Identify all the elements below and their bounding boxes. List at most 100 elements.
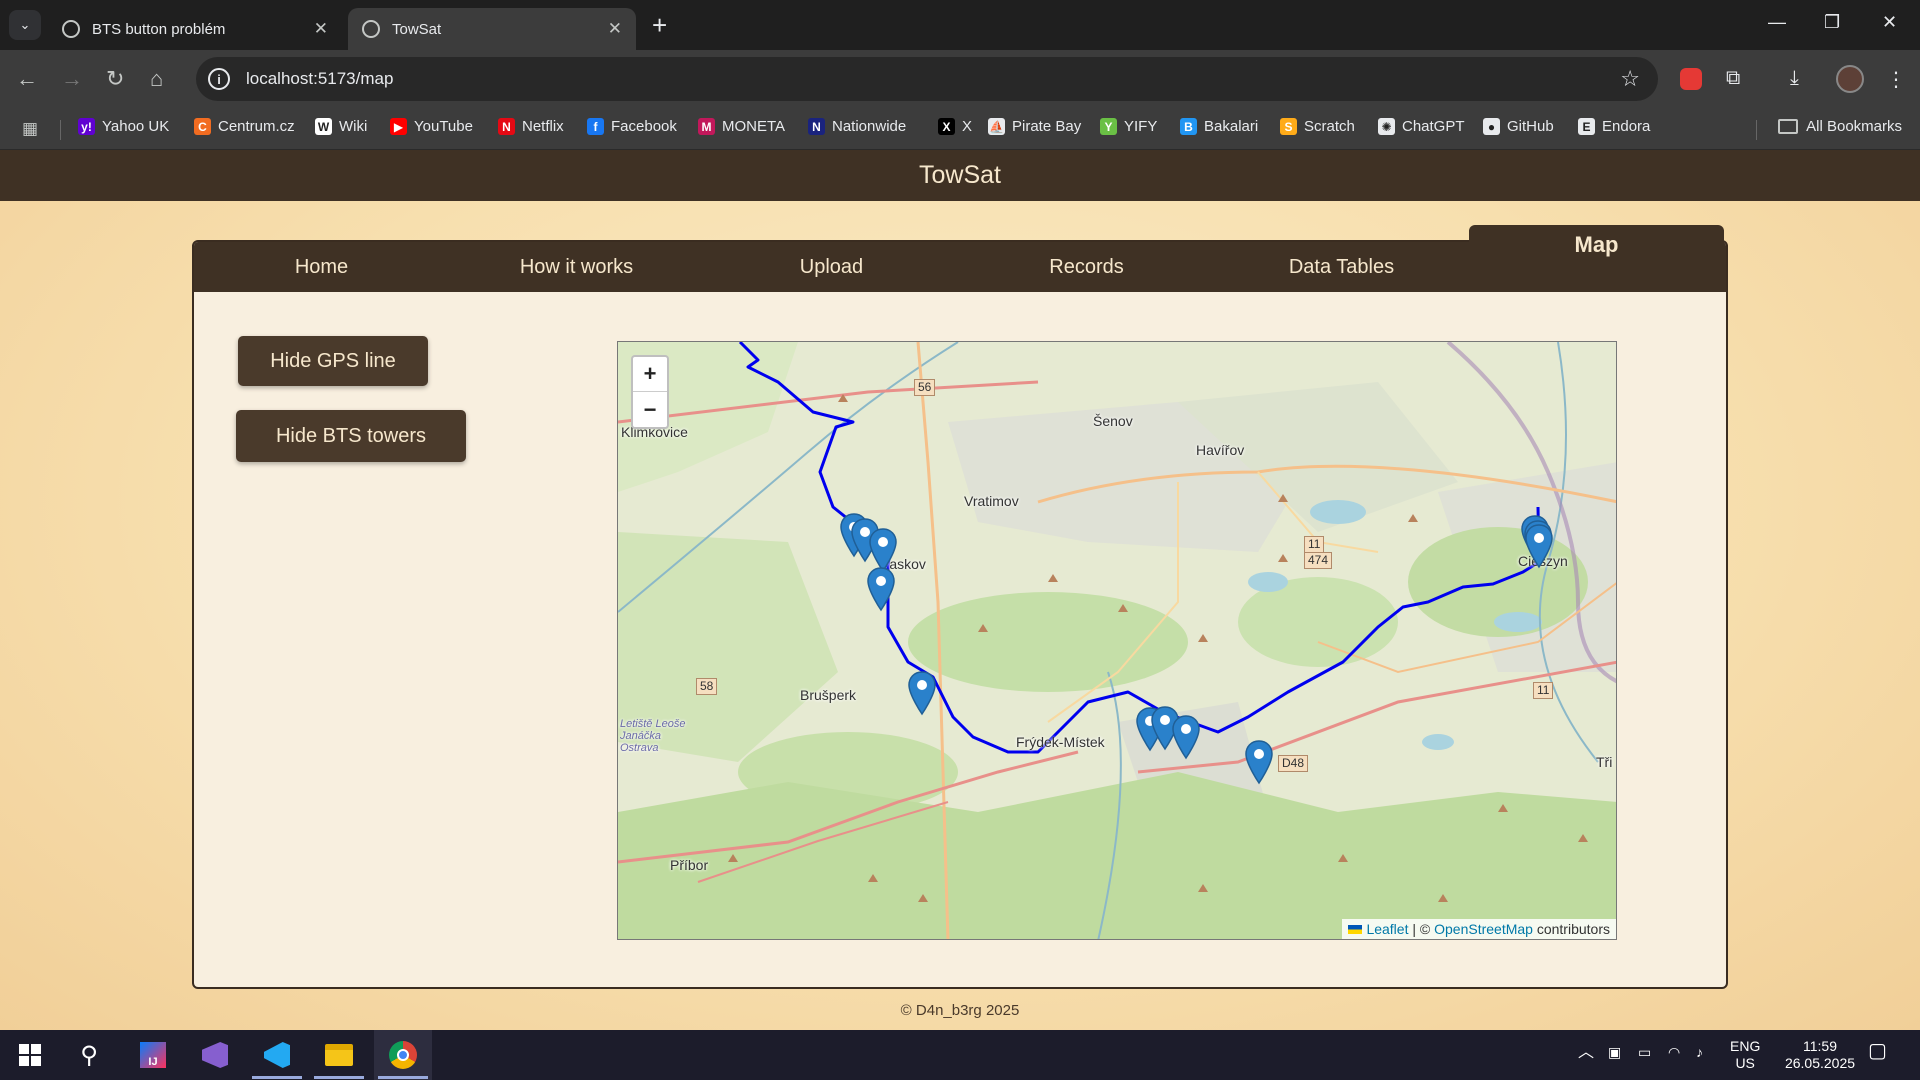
bookmark-chatgpt[interactable]: ✺ ChatGPT — [1378, 118, 1465, 135]
bakalari-icon: B — [1180, 118, 1197, 135]
openstreetmap-link[interactable]: OpenStreetMap — [1434, 921, 1533, 937]
road-number-shield: 56 — [914, 379, 936, 396]
bookmark-x[interactable]: XX — [938, 118, 972, 135]
zoom-out-button[interactable]: − — [633, 392, 667, 427]
tray-overflow-chevron-icon[interactable]: ︿ — [1578, 1044, 1594, 1061]
reload-icon[interactable]: ↻ — [106, 65, 124, 93]
notifications-icon[interactable]: ▢ — [1868, 1041, 1887, 1061]
tab-map[interactable]: Map — [1469, 225, 1724, 292]
address-bar[interactable]: i localhost:5173/map ☆ — [196, 57, 1658, 101]
bookmark-github[interactable]: ● GitHub — [1483, 118, 1554, 135]
extensions-puzzle-icon[interactable]: ⧉ — [1726, 67, 1740, 90]
all-bookmarks-button[interactable]: All Bookmarks — [1778, 118, 1902, 135]
vscode-icon[interactable] — [260, 1038, 294, 1072]
tab-search-chevron-icon[interactable]: ⌄ — [9, 10, 41, 40]
tab-data-tables[interactable]: Data Tables — [1214, 242, 1469, 292]
url-text[interactable]: localhost:5173/map — [246, 69, 393, 89]
bts-tower-marker[interactable] — [1244, 739, 1274, 785]
profile-avatar[interactable] — [1836, 65, 1864, 93]
search-icon[interactable]: ⚲ — [72, 1038, 106, 1072]
bookmark-label: Nationwide — [832, 118, 907, 135]
file-explorer-icon[interactable] — [322, 1038, 356, 1072]
forward-arrow-icon[interactable]: → — [61, 65, 83, 93]
clock[interactable]: 11:59 26.05.2025 — [1775, 1038, 1865, 1072]
bookmark-yify[interactable]: Y YIFY — [1100, 118, 1157, 135]
bookmark-scratch[interactable]: S Scratch — [1280, 118, 1355, 135]
bookmark-centrum[interactable]: C Centrum.cz — [194, 118, 295, 135]
clock-time: 11:59 — [1803, 1038, 1837, 1054]
visual-studio-icon[interactable] — [198, 1038, 232, 1072]
bts-tower-marker[interactable] — [1171, 714, 1201, 760]
footer-copyright: © D4n_b3rg 2025 — [900, 1002, 1020, 1019]
place-label: Tři — [1596, 754, 1613, 770]
bookmark-yahoo[interactable]: y! Yahoo UK — [78, 118, 169, 135]
bookmark-label: ChatGPT — [1402, 118, 1465, 135]
bts-tower-marker[interactable] — [866, 566, 896, 612]
home-icon[interactable]: ⌂ — [150, 65, 163, 93]
bookmark-moneta[interactable]: M MONETA — [698, 118, 785, 135]
leaflet-map[interactable]: Klimkovice Šenov Havířov Vratimov Paskov… — [617, 341, 1617, 940]
menu-kebab-icon[interactable]: ⋮ — [1886, 67, 1906, 92]
leaflet-link[interactable]: Leaflet — [1366, 921, 1408, 937]
language-indicator[interactable]: ENG US — [1730, 1038, 1760, 1072]
volume-icon[interactable]: ♪ — [1696, 1044, 1703, 1061]
zoom-in-button[interactable]: + — [633, 357, 667, 392]
bookmark-netflix[interactable]: N Netflix — [498, 118, 564, 135]
tab-upload[interactable]: Upload — [704, 242, 959, 292]
close-tab-icon[interactable]: ✕ — [608, 19, 622, 39]
bookmark-youtube[interactable]: ▶ YouTube — [390, 118, 473, 135]
chatgpt-icon: ✺ — [1378, 118, 1395, 135]
jetbrains-ide-icon[interactable]: IJ — [136, 1038, 170, 1072]
bookmark-label: Yahoo UK — [102, 118, 170, 135]
app-title: TowSat — [919, 161, 1001, 189]
browser-tab-towsat[interactable]: TowSat ✕ — [348, 8, 636, 50]
browser-tab-bts[interactable]: BTS button problém ✕ — [48, 8, 342, 50]
tab-home[interactable]: Home — [194, 242, 449, 292]
windows-start-icon[interactable] — [13, 1038, 47, 1072]
centrum-icon: C — [194, 118, 211, 135]
bookmark-nationwide[interactable]: N Nationwide — [808, 118, 906, 135]
bookmark-star-icon[interactable]: ☆ — [1620, 66, 1640, 92]
browser-toolbar: ← → ↻ ⌂ i localhost:5173/map ☆ ⧉ ⤓ ⋮ — [0, 50, 1920, 108]
globe-favicon-icon — [362, 20, 380, 38]
bookmark-piratebay[interactable]: ⛵ Pirate Bay — [988, 118, 1081, 135]
netflix-icon: N — [498, 118, 515, 135]
hide-bts-towers-button[interactable]: Hide BTS towers — [236, 410, 466, 462]
chrome-icon[interactable] — [386, 1038, 420, 1072]
bookmark-facebook[interactable]: f Facebook — [587, 118, 677, 135]
battery-icon[interactable]: ▭ — [1638, 1044, 1651, 1061]
tab-records[interactable]: Records — [959, 242, 1214, 292]
apps-grid-icon[interactable]: ▦ — [22, 119, 38, 139]
road-number-shield: D48 — [1278, 755, 1309, 772]
place-label: Příbor — [670, 857, 709, 873]
bookmark-wikipedia[interactable]: W Wiki — [315, 118, 367, 135]
road-number-shield: 474 — [1304, 552, 1333, 569]
language-label: ENG — [1730, 1038, 1761, 1054]
site-info-icon[interactable]: i — [208, 68, 230, 90]
new-tab-plus-icon[interactable]: + — [652, 10, 667, 40]
adblock-extension-icon[interactable] — [1680, 68, 1702, 90]
all-bookmarks-label: All Bookmarks — [1806, 118, 1902, 135]
divider — [60, 120, 61, 140]
wifi-icon[interactable]: ◠ — [1668, 1044, 1680, 1061]
attribution-suffix: contributors — [1532, 921, 1610, 937]
meet-now-icon[interactable]: ▣ — [1608, 1044, 1621, 1061]
hide-gps-line-button[interactable]: Hide GPS line — [238, 336, 428, 386]
bookmark-endora[interactable]: E Endora — [1578, 118, 1650, 135]
restore-icon[interactable]: ❐ — [1824, 12, 1840, 33]
back-arrow-icon[interactable]: ← — [16, 65, 38, 93]
scratch-icon: S — [1280, 118, 1297, 135]
running-app-indicator — [252, 1076, 302, 1079]
airport-label: Letiště Leoše Janáčka Ostrava — [620, 718, 686, 754]
close-tab-icon[interactable]: ✕ — [314, 19, 328, 39]
bookmark-bakalari[interactable]: B Bakalari — [1180, 118, 1258, 135]
bts-tower-marker[interactable] — [1524, 523, 1554, 569]
close-window-icon[interactable]: ✕ — [1882, 12, 1897, 33]
minimize-icon[interactable]: — — [1768, 12, 1786, 33]
bts-tower-marker[interactable] — [907, 670, 937, 716]
bookmark-label: Scratch — [1304, 118, 1355, 135]
tab-how-it-works[interactable]: How it works — [449, 242, 704, 292]
clock-date: 26.05.2025 — [1784, 1055, 1856, 1071]
download-icon[interactable]: ⤓ — [1790, 67, 1799, 90]
tab-title: TowSat — [392, 20, 442, 38]
